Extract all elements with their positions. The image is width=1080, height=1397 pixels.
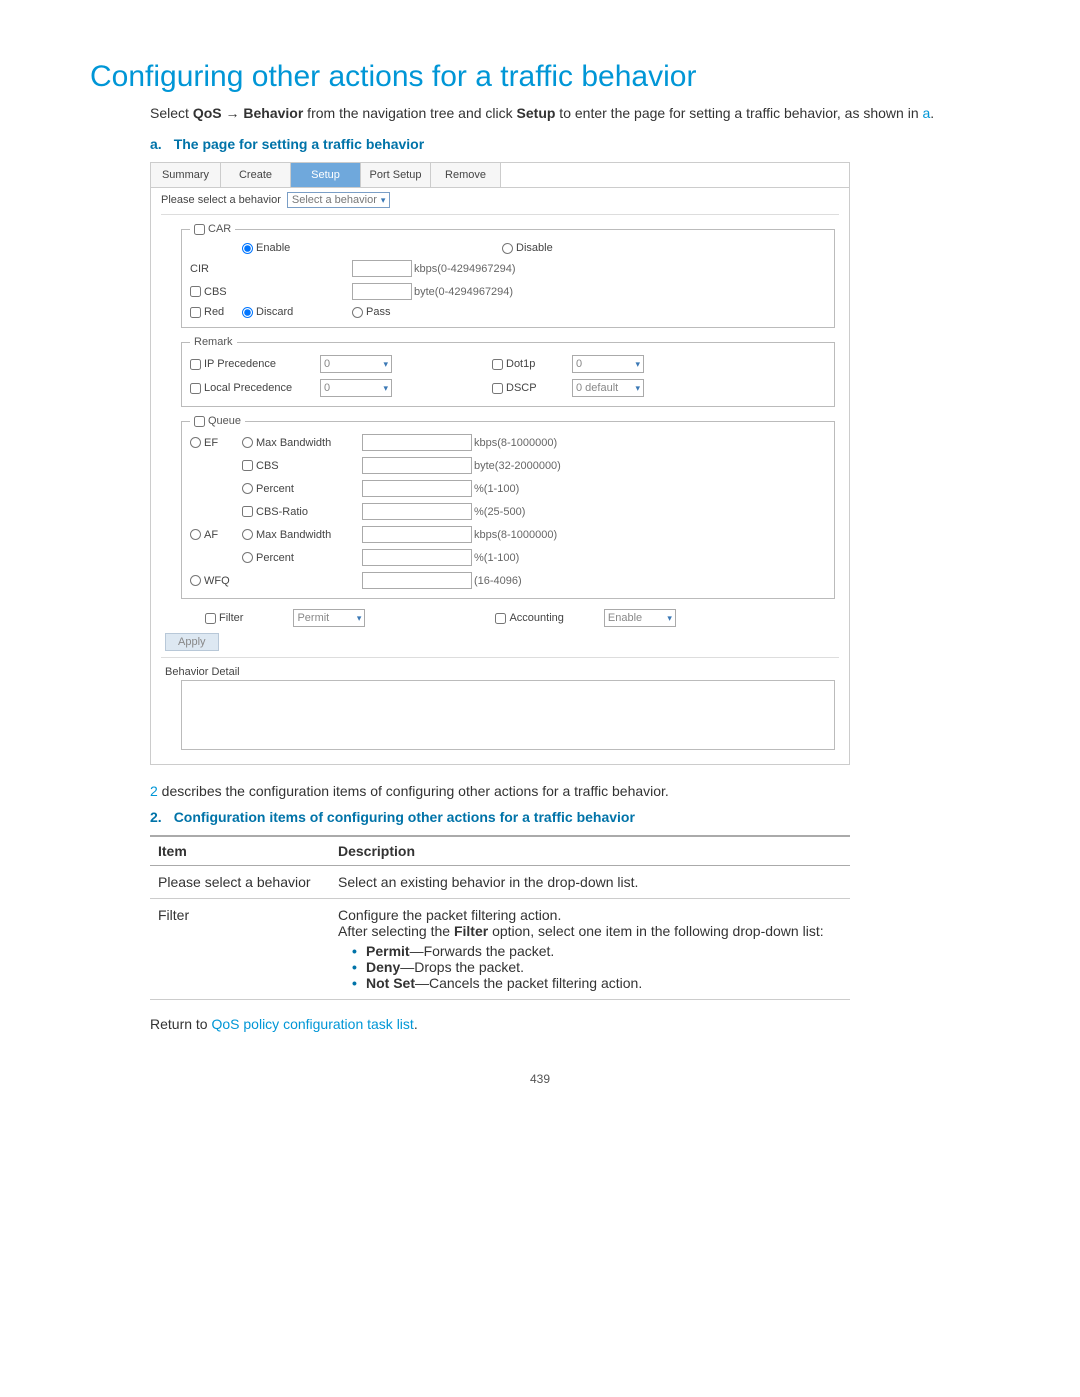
ef-cbs-input[interactable] [362,457,472,474]
select-behavior-label: Please select a behavior [161,194,281,206]
behavior-setup-screenshot: Summary Create Setup Port Setup Remove P… [150,162,850,765]
red-checkbox[interactable] [190,307,201,318]
page-number: 439 [90,1072,990,1086]
ef-maxbw-radio[interactable] [242,437,253,448]
page-title: Configuring other actions for a traffic … [90,60,990,94]
af-radio[interactable] [190,529,201,540]
af-percent-hint: %(1-100) [474,552,519,564]
ip-precedence-dropdown[interactable]: 0▾ [320,355,392,373]
discard-radio[interactable] [242,307,253,318]
ef-percent-radio[interactable] [242,483,253,494]
ef-maxbw-hint: kbps(8-1000000) [474,437,557,449]
af-percent-input[interactable] [362,549,472,566]
tab-remove[interactable]: Remove [431,162,501,187]
car-fieldset: CAR Enable Disable CIR kbps(0-4294967294… [181,223,835,328]
chevron-down-icon: ▾ [357,613,362,624]
tab-setup[interactable]: Setup [291,162,361,187]
tab-summary[interactable]: Summary [151,162,221,187]
car-enable-checkbox[interactable] [194,224,205,235]
chevron-down-icon: ▾ [381,195,386,206]
ef-cbs-checkbox[interactable] [242,460,253,471]
chevron-down-icon: ▾ [383,359,388,370]
cbs-ratio-input[interactable] [362,503,472,520]
apply-button[interactable]: Apply [165,633,219,651]
car-cbs-input[interactable] [352,283,412,300]
wfq-hint: (16-4096) [474,575,522,587]
table-row: Filter Configure the packet filtering ac… [150,899,850,1000]
intro-paragraph: Select QoS → Behavior from the navigatio… [150,102,990,124]
dot1p-checkbox[interactable] [492,359,503,370]
chevron-down-icon: ▾ [667,613,672,624]
cir-label: CIR [190,263,242,275]
cbs-ratio-checkbox[interactable] [242,506,253,517]
ef-percent-input[interactable] [362,480,472,497]
cir-input[interactable] [352,260,412,277]
af-maxbw-input[interactable] [362,526,472,543]
ef-radio[interactable] [190,437,201,448]
tab-create[interactable]: Create [221,162,291,187]
wfq-radio[interactable] [190,575,201,586]
ef-maxbw-input[interactable] [362,434,472,451]
select-behavior-dropdown[interactable]: Select a behavior ▾ [287,192,391,208]
cir-hint: kbps(0-4294967294) [414,263,516,275]
behavior-detail-label: Behavior Detail [165,666,835,678]
table-row: Please select a behavior Select an exist… [150,866,850,899]
wfq-input[interactable] [362,572,472,589]
table-2-caption: 2.Configuration items of configuring oth… [150,809,990,825]
accounting-dropdown[interactable]: Enable▾ [604,609,676,627]
af-percent-radio[interactable] [242,552,253,563]
ef-percent-hint: %(1-100) [474,483,519,495]
figure-a-caption: a.The page for setting a traffic behavio… [150,136,990,152]
dscp-checkbox[interactable] [492,383,503,394]
accounting-checkbox[interactable] [495,613,506,624]
car-enable-radio[interactable] [242,243,253,254]
col-item: Item [150,836,330,866]
queue-fieldset: Queue EF Max Bandwidth kbps(8-1000000) C… [181,415,835,599]
dscp-dropdown[interactable]: 0 default▾ [572,379,644,397]
body-paragraph: 2 describes the configuration items of c… [150,783,990,799]
table-2-link[interactable]: 2 [150,783,158,799]
ef-cbs-hint: byte(32-2000000) [474,460,561,472]
af-maxbw-radio[interactable] [242,529,253,540]
car-cbs-hint: byte(0-4294967294) [414,286,513,298]
car-cbs-checkbox[interactable] [190,286,201,297]
chevron-down-icon: ▾ [383,383,388,394]
local-precedence-dropdown[interactable]: 0▾ [320,379,392,397]
return-line: Return to QoS policy configuration task … [150,1016,990,1032]
car-disable-radio[interactable] [502,243,513,254]
ip-precedence-checkbox[interactable] [190,359,201,370]
return-link[interactable]: QoS policy configuration task list [211,1016,413,1032]
remark-fieldset: Remark IP Precedence 0▾ Dot1p 0▾ Local P… [181,336,835,407]
config-items-table: Item Description Please select a behavio… [150,835,850,1000]
pass-radio[interactable] [352,307,363,318]
col-description: Description [330,836,850,866]
queue-enable-checkbox[interactable] [194,416,205,427]
af-maxbw-hint: kbps(8-1000000) [474,529,557,541]
tab-port-setup[interactable]: Port Setup [361,162,431,187]
cbs-ratio-hint: %(25-500) [474,506,525,518]
behavior-detail-box [181,680,835,750]
filter-checkbox[interactable] [205,613,216,624]
chevron-down-icon: ▾ [635,383,640,394]
tab-bar: Summary Create Setup Port Setup Remove [151,162,849,188]
dot1p-dropdown[interactable]: 0▾ [572,355,644,373]
filter-dropdown[interactable]: Permit▾ [293,609,365,627]
chevron-down-icon: ▾ [635,359,640,370]
local-precedence-checkbox[interactable] [190,383,201,394]
